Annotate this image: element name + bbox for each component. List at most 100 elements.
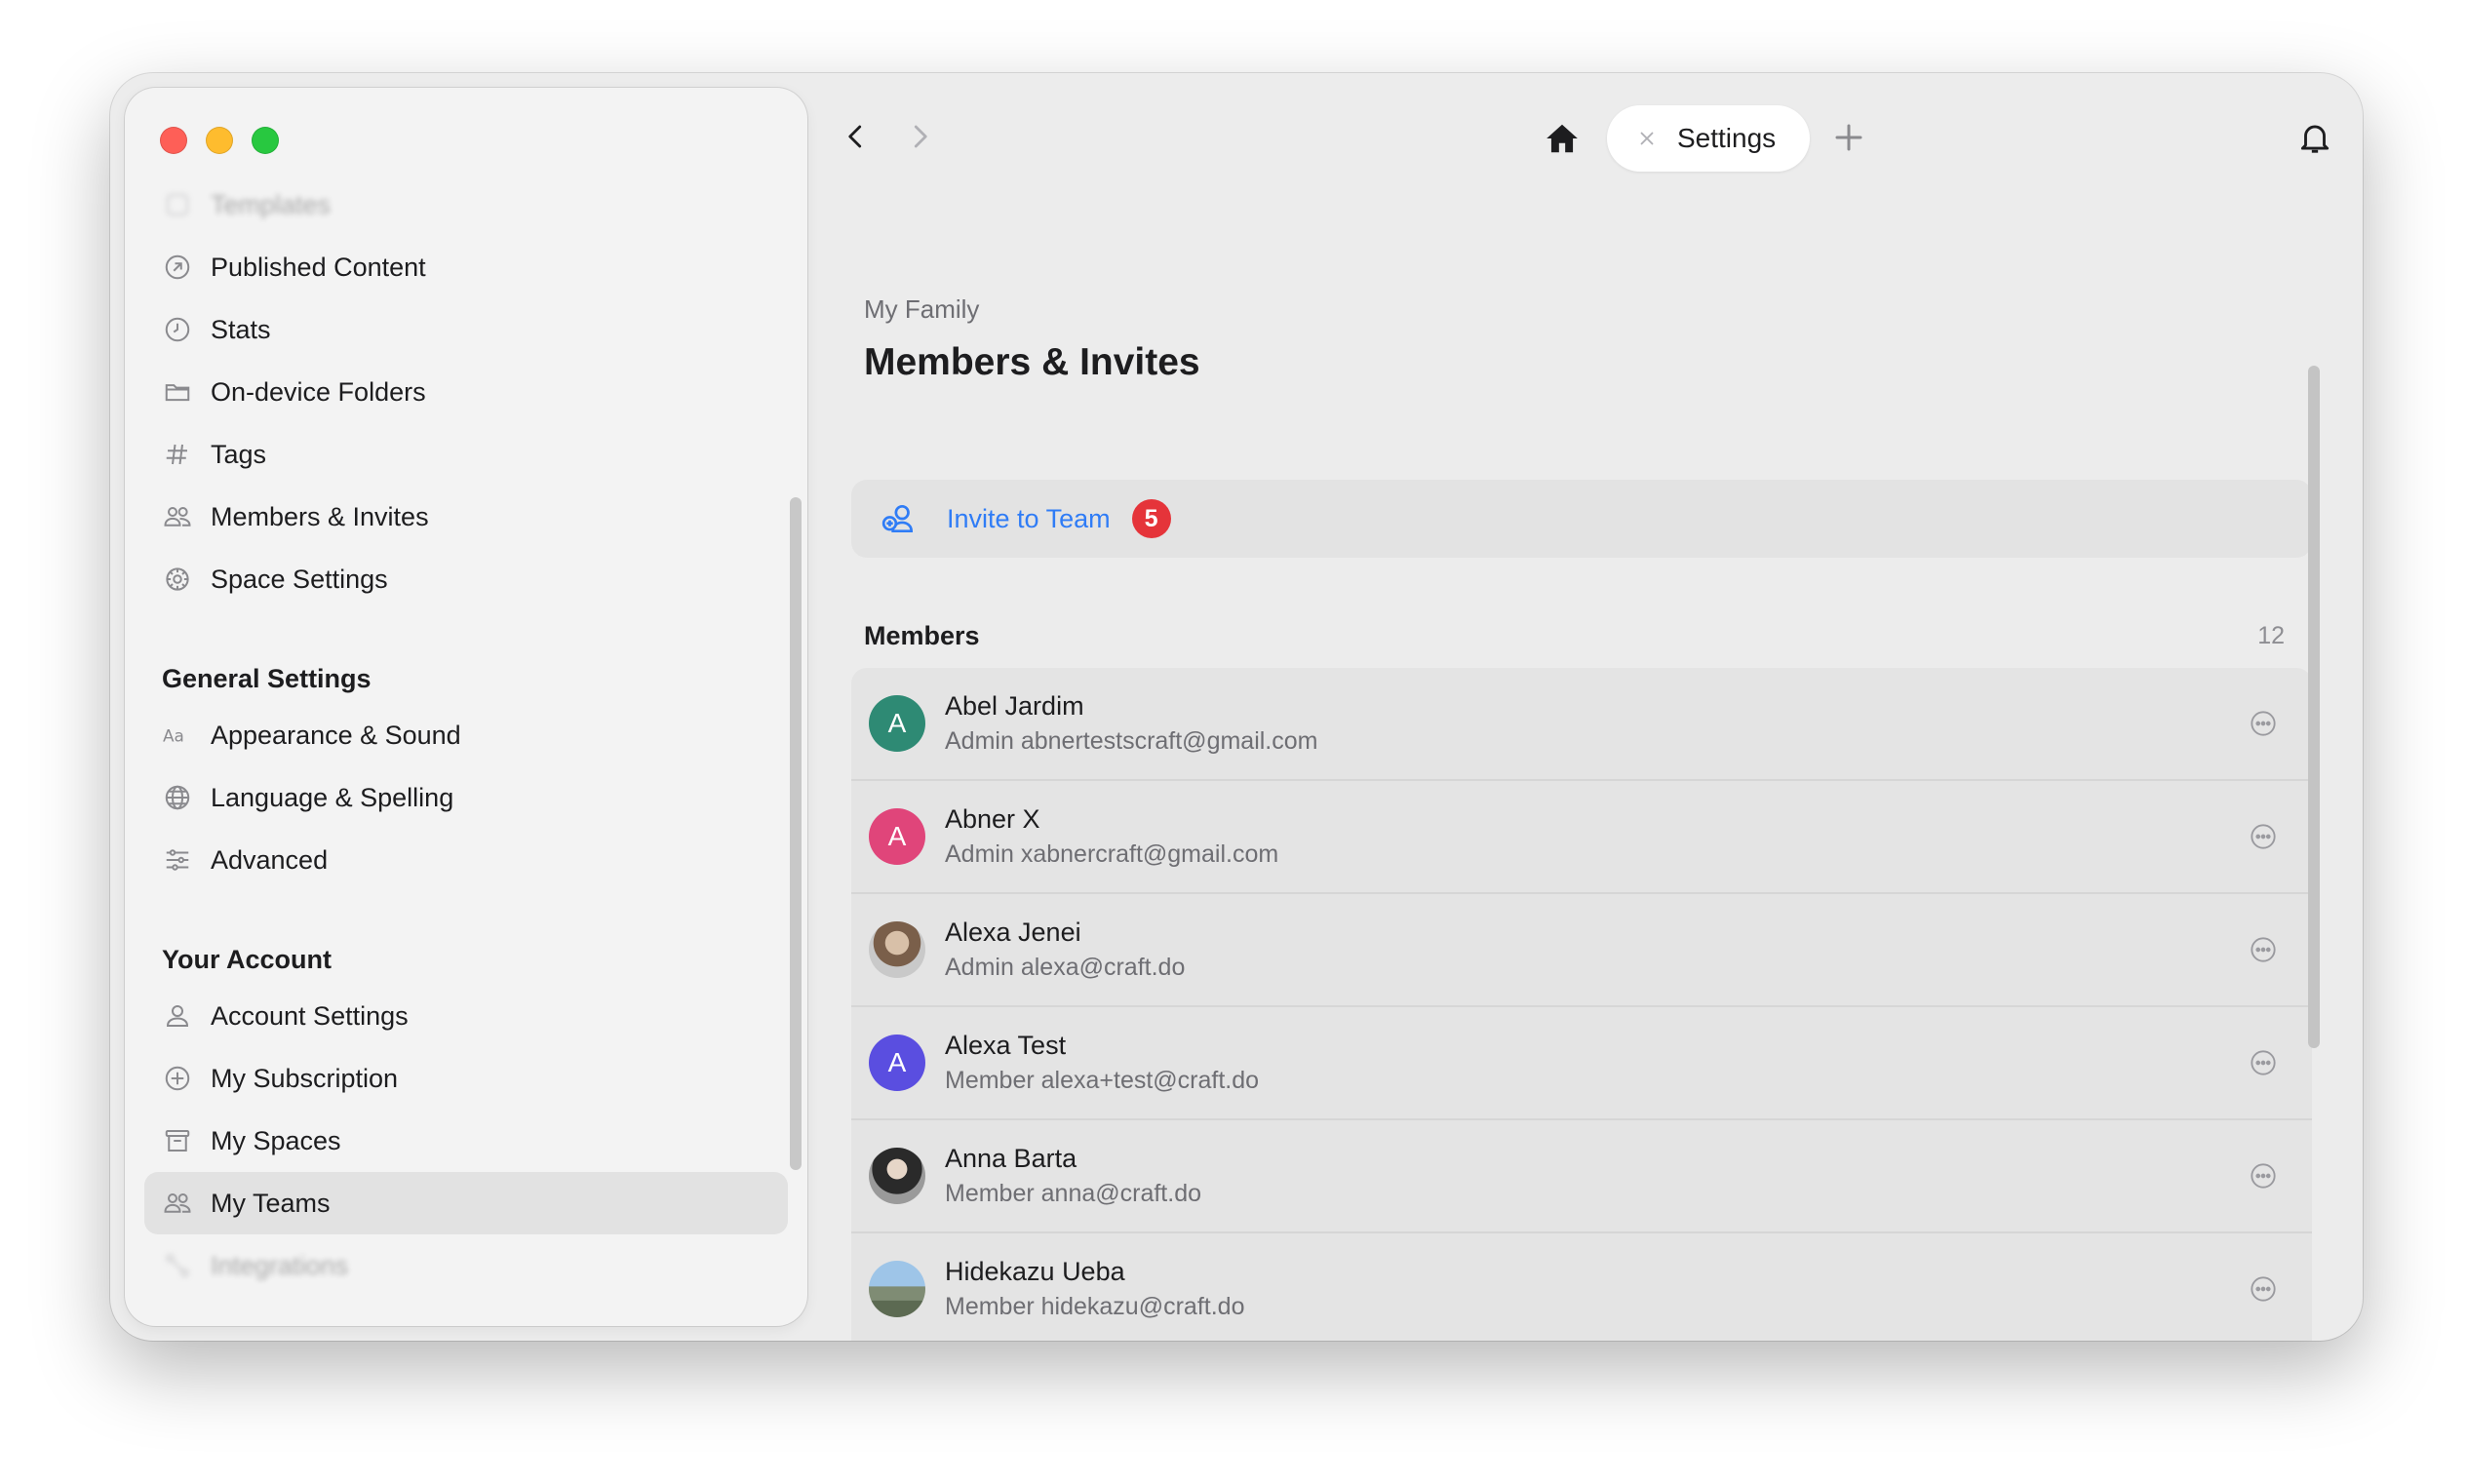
member-name: Abner X (945, 804, 1040, 834)
tab-settings[interactable]: Settings (1607, 105, 1810, 172)
more-options-icon[interactable] (2250, 1275, 2277, 1303)
member-email: hidekazu@craft.do (1040, 1293, 1245, 1320)
member-email: anna@craft.do (1040, 1180, 1202, 1207)
sidebar-item-label: Account Settings (211, 1000, 409, 1031)
member-role: Member (945, 1067, 1035, 1094)
sidebar-item-label: Templates (211, 189, 332, 219)
back-button[interactable] (837, 117, 876, 156)
more-options-icon[interactable] (2250, 1162, 2277, 1190)
member-row[interactable]: A Abel Jardim Admin abnertestscraft@gmail.… (851, 668, 2312, 781)
sidebar-item-integrations[interactable]: Integrations (125, 1234, 807, 1297)
member-name: Anna Barta (945, 1144, 1077, 1173)
member-email: alexa@craft.do (1020, 954, 1186, 981)
member-text: Abner X Admin xabnercraft@gmail.com (945, 804, 1278, 869)
member-name: Hidekazu Ueba (945, 1257, 1125, 1286)
more-options-icon[interactable] (2250, 710, 2277, 737)
member-row[interactable]: Anna Barta Member anna@craft.do (851, 1120, 2312, 1233)
chevron-left-icon (848, 125, 862, 148)
sidebar-item-advanced[interactable]: Advanced (125, 829, 807, 891)
sidebar-item-my-spaces[interactable]: My Spaces (125, 1110, 807, 1172)
breadcrumb: My Family (864, 294, 980, 324)
members-title: Members (864, 621, 980, 650)
member-row[interactable]: Hidekazu Ueba Member hidekazu@craft.do (851, 1233, 2312, 1341)
member-name: Alexa Test (945, 1031, 1067, 1060)
sidebar-scrollbar[interactable] (790, 497, 802, 1170)
template-icon (162, 189, 193, 220)
integrations-icon (162, 1250, 193, 1281)
avatar: A (869, 808, 925, 865)
sidebar-item-published-content[interactable]: Published Content (125, 236, 807, 298)
sidebar-item-label: Tags (211, 439, 267, 469)
avatar (869, 1261, 925, 1317)
font-aa-icon: Aa (162, 720, 193, 751)
invite-count-badge: 5 (1131, 499, 1171, 538)
sidebar-item-appearance-sound[interactable]: Aa Appearance & Sound (125, 704, 807, 766)
member-role-email: Member anna@craft.do (945, 1180, 1201, 1208)
new-tab-plus-icon[interactable] (1831, 120, 1866, 155)
app-window: Templates Published Content Stats On-dev… (110, 73, 2363, 1341)
gear-icon (162, 564, 193, 595)
sidebar-item-language-spelling[interactable]: Language & Spelling (125, 766, 807, 829)
close-window-button[interactable] (160, 127, 187, 154)
invite-label: Invite to Team (947, 503, 1111, 533)
member-role: Admin (945, 727, 1014, 755)
zoom-window-button[interactable] (252, 127, 279, 154)
people-icon (162, 501, 193, 532)
sidebar-item-my-teams[interactable]: My Teams (125, 1172, 807, 1234)
sidebar-list: Templates Published Content Stats On-dev… (125, 174, 807, 1297)
members-list: A Abel Jardim Admin abnertestscraft@gmail.… (851, 668, 2312, 1341)
member-row[interactable]: A Alexa Test Member alexa+test@craft.do (851, 1007, 2312, 1120)
members-count: 12 (2257, 622, 2285, 649)
minimize-window-button[interactable] (206, 127, 233, 154)
sidebar-item-label: Space Settings (211, 564, 388, 594)
sidebar-item-label: Members & Invites (211, 501, 429, 531)
sidebar-item-my-subscription[interactable]: My Subscription (125, 1047, 807, 1110)
window-controls (160, 127, 279, 154)
more-options-icon[interactable] (2250, 936, 2277, 963)
sidebar-item-on-device-folders[interactable]: On-device Folders (125, 361, 807, 423)
forward-button[interactable] (900, 117, 939, 156)
sidebar-item-account-settings[interactable]: Account Settings (125, 985, 807, 1047)
person-icon (162, 1000, 193, 1032)
sidebar-item-stats[interactable]: Stats (125, 298, 807, 361)
page-title: Members & Invites (864, 341, 1200, 383)
member-role-email: Member hidekazu@craft.do (945, 1293, 1244, 1321)
member-row[interactable]: A Abner X Admin xabnercraft@gmail.com (851, 781, 2312, 894)
sidebar-item-label: My Spaces (211, 1125, 341, 1155)
sidebar-item-space-settings[interactable]: Space Settings (125, 548, 807, 610)
member-role-email: Admin abnertestscraft@gmail.com (945, 727, 1317, 756)
member-text: Abel Jardim Admin abnertestscraft@gmail.c… (945, 691, 1317, 756)
close-tab-icon[interactable] (1636, 128, 1658, 149)
hashtag-icon (162, 439, 193, 470)
more-options-icon[interactable] (2250, 1049, 2277, 1076)
member-text: Hidekazu Ueba Member hidekazu@craft.do (945, 1257, 1244, 1321)
avatar: A (869, 1035, 925, 1091)
sidebar-item-members-invites[interactable]: Members & Invites (125, 486, 807, 548)
invite-to-team-button[interactable]: Invite to Team 5 (851, 480, 2312, 558)
svg-text:Aa: Aa (163, 726, 184, 746)
main-content: My Family Members & Invites Invite to Te… (832, 185, 2331, 1341)
more-options-icon[interactable] (2250, 823, 2277, 850)
tab-label: Settings (1677, 123, 1777, 153)
subscription-icon (162, 1063, 193, 1094)
member-email: abnertestscraft@gmail.com (1020, 727, 1318, 755)
sidebar-item-tags[interactable]: Tags (125, 423, 807, 486)
bell-icon[interactable] (2296, 119, 2333, 156)
avatar (869, 921, 925, 978)
member-role-email: Admin alexa@craft.do (945, 954, 1185, 982)
member-email: alexa+test@craft.do (1040, 1067, 1260, 1094)
sidebar-item-label: Integrations (211, 1250, 349, 1280)
sidebar-item-label: Advanced (211, 844, 329, 875)
chevron-right-icon (914, 125, 927, 148)
sliders-icon (162, 844, 193, 876)
archive-box-icon (162, 1125, 193, 1156)
sidebar-item-templates[interactable]: Templates (125, 174, 807, 236)
member-role-email: Member alexa+test@craft.do (945, 1067, 1259, 1095)
member-name: Abel Jardim (945, 691, 1084, 721)
toolbar: Settings (807, 88, 2363, 185)
sidebar-section-account: Your Account (162, 945, 332, 974)
member-row[interactable]: Alexa Jenei Admin alexa@craft.do (851, 894, 2312, 1007)
main-scrollbar[interactable] (2308, 366, 2320, 1048)
avatar (869, 1148, 925, 1204)
home-icon[interactable] (1544, 120, 1581, 157)
